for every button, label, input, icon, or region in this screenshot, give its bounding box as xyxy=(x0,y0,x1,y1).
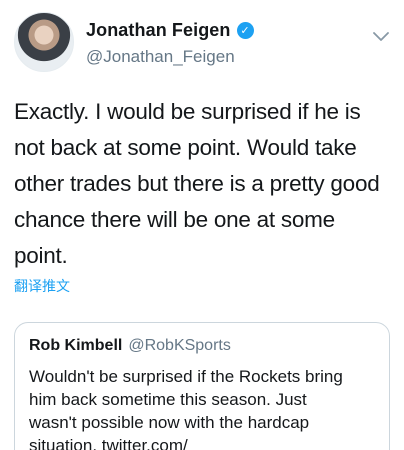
author-handle[interactable]: @Jonathan_Feigen xyxy=(86,47,235,67)
tweet-header: Jonathan Feigen ✓ @Jonathan_Feigen xyxy=(14,12,394,74)
quoted-author-handle: @RobKSports xyxy=(128,337,231,354)
quoted-tweet-header: Rob Kimbell @RobKSports xyxy=(29,337,375,355)
tweet-text: Exactly. I would be surprised if he is n… xyxy=(14,99,380,268)
chevron-down-icon[interactable] xyxy=(372,28,390,46)
quoted-tweet-card[interactable]: Rob Kimbell @RobKSports Wouldn't be surp… xyxy=(14,322,390,450)
author-name-row: Jonathan Feigen ✓ xyxy=(86,20,254,41)
avatar[interactable] xyxy=(14,12,74,72)
verified-badge-icon: ✓ xyxy=(236,22,254,39)
author-display-name[interactable]: Jonathan Feigen xyxy=(86,20,231,41)
translate-tweet-link[interactable]: 翻译推文 xyxy=(14,276,70,296)
quoted-tweet-text: Wouldn't be surprised if the Rockets bri… xyxy=(29,367,343,450)
quoted-author-name: Rob Kimbell xyxy=(29,337,123,354)
